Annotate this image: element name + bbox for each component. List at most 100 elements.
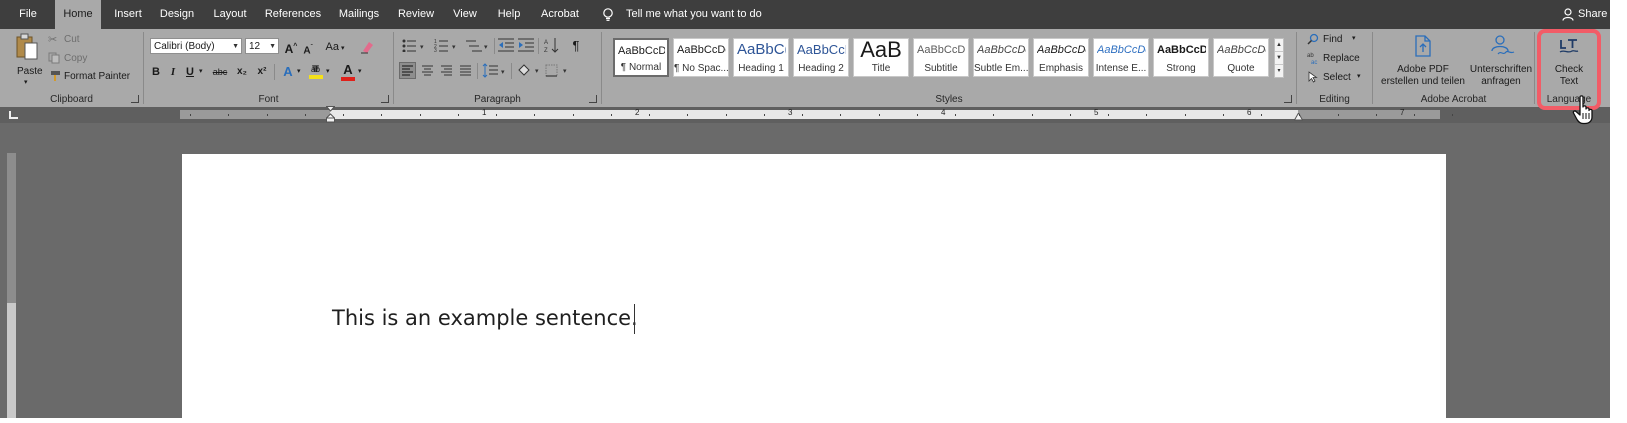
ruler-tick — [955, 114, 956, 116]
style-preview: AaBbCcD — [797, 42, 846, 57]
ruler-tick — [649, 114, 650, 116]
style-name: ¶ No Spac... — [674, 63, 728, 74]
tab-help[interactable]: Help — [493, 0, 525, 29]
align-center-icon[interactable] — [420, 63, 435, 78]
style-subtitle[interactable]: AaBbCcD Subtitle — [913, 38, 969, 77]
more-styles-icon[interactable]: ▾ — [1275, 65, 1283, 77]
ruler-number: 5 — [1094, 108, 1099, 117]
shading-icon[interactable]: ▾ — [516, 62, 544, 78]
decrease-indent-icon[interactable] — [498, 38, 514, 52]
increase-indent-icon[interactable] — [518, 38, 534, 52]
font-color-button[interactable]: A — [340, 62, 356, 81]
sort-icon[interactable]: AZ — [544, 37, 560, 53]
copy-icon — [48, 52, 60, 64]
paste-button[interactable]: Paste ▾ — [12, 33, 43, 91]
multilevel-list-icon[interactable]: ▾ — [466, 38, 492, 52]
tab-review[interactable]: Review — [395, 0, 437, 29]
request-signatures-button[interactable]: Unterschriften anfragen — [1469, 31, 1533, 89]
tab-layout[interactable]: Layout — [208, 0, 252, 29]
ruler-tick — [266, 114, 268, 116]
vertical-ruler[interactable] — [7, 153, 16, 418]
numbering-icon[interactable]: 1 2 3 ▾ — [434, 38, 460, 52]
text-effects-button[interactable]: A — [281, 64, 295, 80]
document-page[interactable]: This is an example sentence. — [182, 154, 1446, 418]
hand-cursor-icon — [1572, 95, 1593, 125]
replace-button[interactable]: ab ac Replace — [1307, 51, 1367, 66]
tab-mailings[interactable]: Mailings — [334, 0, 384, 29]
cursor-arrow-icon — [1308, 71, 1318, 83]
font-group: Calibri (Body) ▼ 12 ▼ A^ Aˇ Aa ▾ B I U ▾… — [144, 29, 393, 107]
clear-formatting-icon[interactable] — [360, 40, 374, 54]
styles-gallery-scroll[interactable]: ▲ ▼ ▾ — [1274, 38, 1284, 78]
document-text[interactable]: This is an example sentence. — [332, 306, 638, 330]
style-no-spacing[interactable]: AaBbCcDc ¶ No Spac... — [673, 38, 729, 77]
svg-text:▾: ▾ — [535, 68, 539, 75]
format-painter-button[interactable]: Format Painter — [48, 69, 140, 84]
ruler-tick — [878, 114, 880, 116]
style-strong[interactable]: AaBbCcDc Strong — [1153, 38, 1209, 77]
chevron-down-icon[interactable]: ▾ — [326, 67, 330, 75]
bold-button[interactable]: B — [149, 64, 163, 80]
align-left-button[interactable] — [399, 62, 416, 79]
horizontal-ruler[interactable]: 1 2 3 4 5 6 7 — [180, 106, 1454, 123]
bullets-icon[interactable]: ▾ — [402, 38, 428, 52]
tab-insert[interactable]: Insert — [110, 0, 146, 29]
chevron-down-icon: ▾ — [24, 79, 28, 86]
style-subtle-emphasis[interactable]: AaBbCcDc Subtle Em... — [973, 38, 1029, 77]
font-size-select[interactable]: 12 ▼ — [245, 38, 279, 54]
show-formatting-marks-button[interactable]: ¶ — [570, 38, 582, 54]
borders-icon[interactable]: ▾ — [544, 62, 572, 78]
font-dialog-launcher[interactable] — [381, 95, 389, 103]
highlighter-icon[interactable]: ab — [308, 63, 324, 80]
chevron-down-icon[interactable]: ▾ — [199, 67, 203, 75]
styles-group-label: Styles — [935, 94, 963, 105]
create-pdf-button[interactable]: Adobe PDF erstellen und teilen — [1379, 31, 1467, 89]
style-intense-emphasis[interactable]: AaBbCcDc Intense E... — [1093, 38, 1149, 77]
indent-markers-icon[interactable] — [326, 106, 335, 123]
request-signatures-label-2: anfragen — [1481, 76, 1521, 87]
align-right-icon[interactable] — [439, 63, 454, 78]
svg-text:▾: ▾ — [501, 69, 505, 76]
style-heading-1[interactable]: AaBbC( Heading 1 — [733, 38, 789, 77]
style-quote[interactable]: AaBbCcDc Quote — [1213, 38, 1269, 77]
ruler-number: 4 — [941, 108, 946, 117]
find-button[interactable]: Find ▾ — [1307, 32, 1367, 47]
style-title[interactable]: AaB Title — [853, 38, 909, 77]
tab-references[interactable]: References — [263, 0, 323, 29]
tab-acrobat[interactable]: Acrobat — [536, 0, 584, 29]
chevron-up-icon[interactable]: ▲ — [1275, 39, 1283, 52]
underline-button[interactable]: U — [184, 64, 196, 80]
select-button[interactable]: Select ▾ — [1307, 70, 1367, 85]
style-preview: AaBbCcDc — [1217, 44, 1266, 56]
strikethrough-button[interactable]: abc — [210, 64, 230, 80]
justify-icon[interactable] — [458, 63, 473, 78]
copy-button[interactable]: Copy — [48, 51, 93, 66]
tab-design[interactable]: Design — [156, 0, 198, 29]
clipboard-dialog-launcher[interactable] — [131, 95, 139, 103]
paragraph-dialog-launcher[interactable] — [589, 95, 597, 103]
shrink-font-button[interactable]: Aˇ — [302, 40, 314, 56]
style-emphasis[interactable]: AaBbCcDc Emphasis — [1033, 38, 1089, 77]
chevron-down-icon[interactable]: ▼ — [1275, 52, 1283, 65]
style-preview: AaBbCcDc — [1157, 44, 1206, 56]
line-spacing-icon[interactable]: ▾ — [482, 63, 508, 78]
svg-text:▾: ▾ — [420, 44, 424, 51]
change-case-button[interactable]: Aa ▾ — [320, 39, 350, 55]
styles-dialog-launcher[interactable] — [1284, 95, 1292, 103]
tab-home[interactable]: Home — [55, 0, 101, 29]
grow-font-button[interactable]: A^ — [284, 39, 298, 56]
adobe-acrobat-group-label: Adobe Acrobat — [1420, 94, 1487, 105]
cut-button[interactable]: ✂ Cut — [48, 32, 88, 47]
tab-view[interactable]: View — [447, 0, 483, 29]
chevron-down-icon[interactable]: ▾ — [297, 67, 301, 75]
superscript-button[interactable]: x² — [254, 64, 270, 80]
font-family-select[interactable]: Calibri (Body) ▼ — [150, 38, 242, 54]
italic-button[interactable]: I — [167, 64, 179, 80]
tab-file[interactable]: File — [10, 0, 46, 29]
clipboard-group: Paste ▾ ✂ Cut Copy Format Painter Clipbo… — [0, 29, 143, 107]
style-heading-2[interactable]: AaBbCcD Heading 2 — [793, 38, 849, 77]
chevron-down-icon[interactable]: ▾ — [358, 67, 362, 75]
style-normal[interactable]: AaBbCcDc ¶ Normal — [613, 38, 669, 77]
subscript-button[interactable]: x₂ — [234, 64, 250, 80]
tab-selector-icon[interactable] — [9, 111, 18, 119]
